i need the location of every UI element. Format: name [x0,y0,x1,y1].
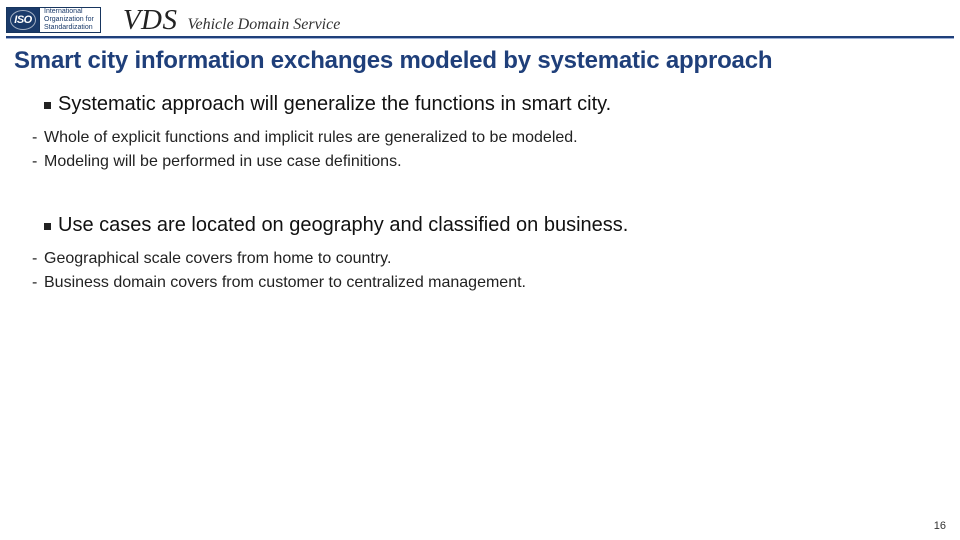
list-item: - Modeling will be performed in use case… [44,150,960,174]
page-number: 16 [934,520,946,532]
iso-line3: Standardization [44,24,94,32]
slide-title: Smart city information exchanges modeled… [0,39,960,93]
iso-line2: Organization for [44,16,94,24]
iso-mark-text: ISO [14,14,31,26]
list-item-text: Modeling will be performed in use case d… [44,150,402,174]
iso-org-text: International Organization for Standardi… [40,7,101,33]
vds-title-block: VDS Vehicle Domain Service [123,4,341,37]
dash-bullet-icon: - [32,126,44,150]
iso-logo: ISO International Organization for Stand… [6,6,101,34]
section-heading-2: Use cases are located on geography and c… [44,214,960,237]
list-item: - Whole of explicit functions and implic… [44,126,960,150]
list-item-text: Whole of explicit functions and implicit… [44,126,578,150]
section-heading-1: Systematic approach will generalize the … [44,93,960,116]
list-item-text: Business domain covers from customer to … [44,271,526,295]
list-item-text: Geographical scale covers from home to c… [44,247,391,271]
dash-bullet-icon: - [32,150,44,174]
section-heading-1-text: Systematic approach will generalize the … [58,93,611,116]
square-bullet-icon [44,102,51,109]
slide-content: Systematic approach will generalize the … [0,93,960,295]
iso-line1: International [44,8,94,16]
dash-bullet-icon: - [32,271,44,295]
section-heading-2-text: Use cases are located on geography and c… [58,214,628,237]
iso-globe-icon: ISO [6,7,40,33]
dash-bullet-icon: - [32,247,44,271]
list-item: - Business domain covers from customer t… [44,271,960,295]
vds-full-name: Vehicle Domain Service [187,16,340,34]
sub-list-1: - Whole of explicit functions and implic… [44,126,960,174]
square-bullet-icon [44,223,51,230]
list-item: - Geographical scale covers from home to… [44,247,960,271]
vds-abbrev: VDS [123,4,178,37]
sub-list-2: - Geographical scale covers from home to… [44,247,960,295]
slide-header: ISO International Organization for Stand… [0,0,960,36]
